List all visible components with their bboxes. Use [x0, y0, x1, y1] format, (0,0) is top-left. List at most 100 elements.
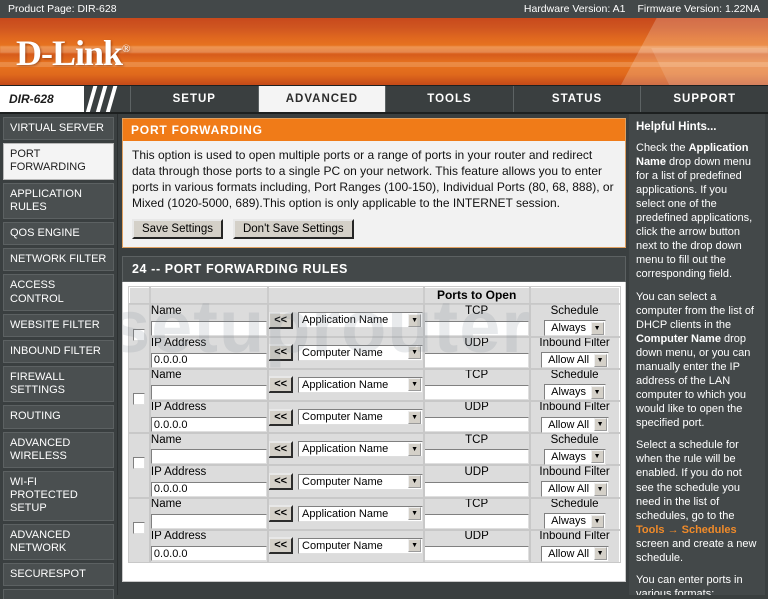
brand-banner: D-Link®: [0, 18, 768, 86]
panel-title: PORT FORWARDING: [123, 119, 625, 141]
rule-3-application-copy-button[interactable]: <<: [268, 440, 294, 458]
rule-3-tcp-input[interactable]: [424, 449, 530, 465]
rule-3-schedule-select[interactable]: Always ▼: [543, 448, 606, 465]
rule-4-tcp-input[interactable]: [424, 513, 530, 529]
sidebar-item-website-filter[interactable]: WEBSITE FILTER: [3, 313, 114, 337]
sidebar-item-virtual-server[interactable]: VIRTUAL SERVER: [3, 117, 114, 141]
rule-4-udp-input[interactable]: [424, 546, 530, 562]
decorative-slashes-icon: [85, 86, 125, 112]
port-forwarding-rules-table: Ports to Open Name << Application Name ▼…: [127, 285, 621, 564]
rule-1-computer-name-select[interactable]: Computer Name ▼: [298, 344, 424, 361]
rule-2-udp-input[interactable]: [424, 417, 530, 433]
rule-2-ip-input[interactable]: [150, 417, 268, 433]
sidebar-item-advanced-network[interactable]: ADVANCED NETWORK: [3, 523, 114, 560]
rule-4-computer-copy-button[interactable]: <<: [268, 537, 294, 555]
rule-3-name-label: Name: [150, 433, 182, 446]
rule-2-ip-label: IP Address: [150, 401, 207, 414]
rule-1-application-name-select[interactable]: Application Name ▼: [298, 312, 424, 329]
dont-save-settings-button[interactable]: Don't Save Settings: [232, 218, 354, 239]
chevron-down-icon: ▼: [408, 539, 422, 553]
rule-4-inbound-filter-select[interactable]: Allow All ▼: [540, 545, 609, 562]
rule-3-ip-input[interactable]: [150, 481, 268, 497]
rule-3-name-input[interactable]: [150, 449, 268, 465]
rule-3-computer-name-select[interactable]: Computer Name ▼: [298, 473, 424, 490]
rule-3-udp-input[interactable]: [424, 481, 530, 497]
table-row: Name << Application Name ▼ TCP Schedule …: [127, 496, 621, 564]
sidebar-item-advanced-wireless[interactable]: ADVANCED WIRELESS: [3, 431, 114, 468]
rule-4-application-name-select[interactable]: Application Name ▼: [298, 505, 424, 522]
sidebar-item-access-control[interactable]: ACCESS CONTROL: [3, 274, 114, 311]
rule-1-schedule-select[interactable]: Always ▼: [543, 320, 606, 337]
rule-1-name-label: Name: [150, 304, 182, 317]
rule-1-computer-copy-button[interactable]: <<: [268, 344, 294, 362]
tab-status[interactable]: STATUS: [512, 86, 641, 112]
rule-4-application-copy-button[interactable]: <<: [268, 505, 294, 523]
rule-1-inbound-filter-select[interactable]: Allow All ▼: [540, 352, 609, 369]
sidebar-item-port-forwarding[interactable]: PORT FORWARDING: [3, 143, 114, 180]
rule-2-application-cell: << Application Name ▼: [266, 367, 425, 402]
hint-2-part-a: You can select a computer from the list …: [636, 290, 754, 331]
save-settings-button[interactable]: Save Settings: [132, 218, 223, 239]
tab-tools[interactable]: TOOLS: [385, 86, 513, 112]
table-row: Name << Application Name ▼ TCP Schedule …: [127, 367, 621, 435]
rule-3-computer-copy-button[interactable]: <<: [268, 473, 294, 491]
sidebar-item-firewall-settings[interactable]: FIREWALL SETTINGS: [3, 366, 114, 403]
sidebar-item-inbound-filter[interactable]: INBOUND FILTER: [3, 339, 114, 364]
rule-1-ip-cell: IP Address: [149, 335, 269, 370]
chevron-down-icon: ▼: [593, 418, 607, 432]
tools-schedules-link[interactable]: Tools → Schedules: [636, 524, 737, 536]
rule-2-schedule-select[interactable]: Always ▼: [543, 384, 606, 401]
rule-3-enable-checkbox[interactable]: [133, 457, 146, 470]
rule-4-application-name-value: Application Name: [302, 507, 389, 520]
sidebar-item-securespot[interactable]: SECURESPOT: [3, 562, 114, 587]
rule-2-computer-name-select[interactable]: Computer Name ▼: [298, 409, 424, 426]
sidebar-menu: VIRTUAL SERVER PORT FORWARDING APPLICATI…: [0, 114, 118, 599]
main-content: PORT FORWARDING This option is used to o…: [118, 114, 629, 595]
rule-3-inbound-filter-select[interactable]: Allow All ▼: [540, 481, 609, 498]
rule-3-tcp-label: TCP: [465, 433, 489, 446]
sidebar-item-qos-engine[interactable]: QOS ENGINE: [3, 221, 114, 246]
rule-2-inbound-filter-select[interactable]: Allow All ▼: [540, 416, 609, 433]
rule-4-name-input[interactable]: [150, 513, 268, 529]
rule-4-inbound-filter-cell: Inbound Filter Allow All ▼: [528, 528, 621, 564]
rule-2-name-input[interactable]: [150, 384, 268, 400]
rule-1-application-copy-button[interactable]: <<: [268, 311, 294, 329]
rule-1-schedule-value: Always: [551, 322, 587, 335]
sidebar-item-routing[interactable]: ROUTING: [3, 405, 114, 429]
rule-1-enable-checkbox[interactable]: [133, 328, 146, 341]
sidebar-item-network-filter[interactable]: NETWORK FILTER: [3, 248, 114, 272]
rule-1-name-input[interactable]: [150, 320, 268, 336]
sidebar-item-application-rules[interactable]: APPLICATION RULES: [3, 182, 114, 219]
sidebar-item-wifi-protected-setup[interactable]: WI-FI PROTECTED SETUP: [3, 471, 114, 521]
rule-2-application-copy-button[interactable]: <<: [268, 376, 294, 394]
rule-1-tcp-input[interactable]: [424, 320, 530, 336]
tab-setup[interactable]: SETUP: [130, 86, 258, 112]
chevron-down-icon: ▼: [590, 321, 604, 335]
rule-1-ip-input[interactable]: [150, 352, 268, 368]
rule-2-inbound-filter-label: Inbound Filter: [539, 401, 610, 414]
model-name-tab: DIR-628: [0, 86, 85, 112]
rule-1-udp-input[interactable]: [424, 352, 530, 368]
rule-2-enable-checkbox[interactable]: [133, 392, 146, 405]
rule-4-computer-name-select[interactable]: Computer Name ▼: [298, 537, 424, 554]
table-row: IP Address << Computer Name ▼: [129, 464, 621, 499]
sidebar-filler: [3, 589, 114, 599]
product-info-bar: Product Page: DIR-628 Hardware Version: …: [0, 0, 768, 18]
rule-2-computer-copy-button[interactable]: <<: [268, 408, 294, 426]
hints-title: Helpful Hints...: [636, 121, 717, 133]
rule-3-application-name-select[interactable]: Application Name ▼: [298, 441, 424, 458]
hint-2-part-c: drop down menu, or you can manually ente…: [636, 332, 751, 430]
rule-1-schedule-label: Schedule: [550, 304, 599, 317]
rule-2-application-name-select[interactable]: Application Name ▼: [298, 376, 424, 393]
rule-4-enable-checkbox[interactable]: [133, 521, 146, 534]
rule-2-computer-name-value: Computer Name: [302, 411, 383, 424]
panel-body: This option is used to open multiple por…: [123, 141, 625, 247]
rule-2-tcp-input[interactable]: [424, 384, 530, 400]
rule-4-schedule-select[interactable]: Always ▼: [543, 513, 606, 530]
rule-4-ip-cell: IP Address: [149, 528, 269, 564]
rule-4-ip-input[interactable]: [150, 546, 268, 562]
tab-advanced[interactable]: ADVANCED: [257, 86, 386, 112]
rule-4-inbound-filter-value: Allow All: [548, 547, 590, 560]
hint-2-bold-computer-name: Computer Name: [636, 332, 721, 345]
tab-support[interactable]: SUPPORT: [640, 86, 768, 112]
